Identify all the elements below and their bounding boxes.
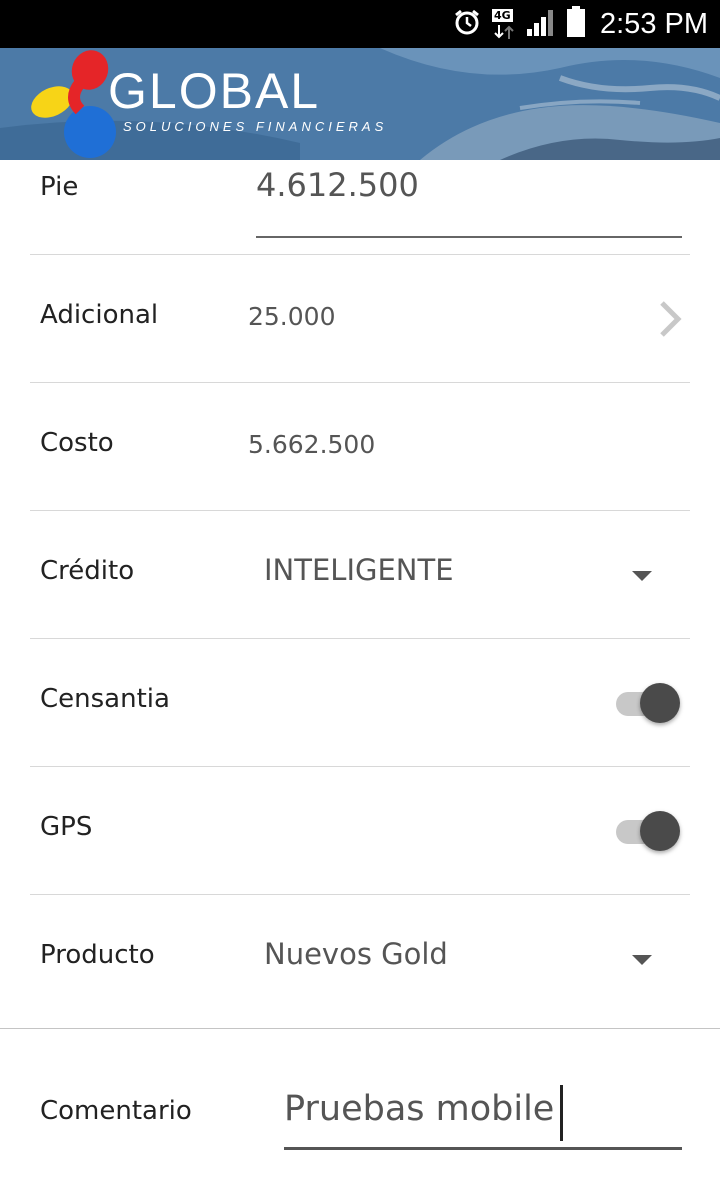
adicional-label: Adicional — [40, 300, 159, 330]
toggle-knob — [640, 683, 680, 723]
chevron-right-icon[interactable] — [656, 299, 684, 343]
gps-row: GPS — [30, 767, 690, 895]
comentario-row: Comentario Pruebas mobile — [30, 1029, 690, 1193]
comentario-input-underline — [284, 1147, 682, 1150]
battery-icon — [566, 6, 586, 42]
alarm-icon — [452, 7, 482, 41]
censantia-toggle[interactable] — [616, 682, 682, 724]
logo-wordmark: GLOBAL — [108, 63, 321, 119]
producto-label: Producto — [40, 940, 155, 970]
status-bar: 4G 2:53 PM — [0, 0, 720, 48]
adicional-value: 25.000 — [248, 302, 336, 331]
comentario-label: Comentario — [40, 1096, 192, 1126]
censantia-row: Censantia — [30, 639, 690, 767]
producto-select[interactable]: Nuevos Gold — [264, 937, 448, 971]
pie-row: Pie 4.612.500 — [30, 160, 690, 255]
pie-input[interactable]: 4.612.500 — [256, 166, 419, 204]
producto-row[interactable]: Producto Nuevos Gold — [30, 895, 690, 1028]
gps-label: GPS — [40, 812, 93, 842]
gps-toggle[interactable] — [616, 810, 682, 852]
costo-value: 5.662.500 — [248, 430, 376, 459]
logo-subtitle: SOLUCIONES FINANCIERAS — [123, 119, 388, 134]
signal-icon — [526, 7, 556, 41]
credito-row[interactable]: Crédito INTELIGENTE — [30, 511, 690, 639]
censantia-label: Censantia — [40, 684, 170, 714]
status-time: 2:53 PM — [600, 7, 708, 40]
credito-select[interactable]: INTELIGENTE — [264, 553, 454, 587]
costo-row: Costo 5.662.500 — [30, 383, 690, 511]
credito-label: Crédito — [40, 556, 135, 586]
chevron-down-icon[interactable] — [632, 571, 652, 581]
network-4g-icon: 4G — [492, 9, 516, 39]
pie-input-underline — [256, 236, 682, 238]
adicional-row[interactable]: Adicional 25.000 — [30, 255, 690, 383]
network-type-label: 4G — [492, 9, 513, 22]
pie-label: Pie — [40, 172, 79, 202]
chevron-down-icon[interactable] — [632, 955, 652, 965]
costo-label: Costo — [40, 428, 114, 458]
text-cursor — [560, 1085, 563, 1141]
toggle-knob — [640, 811, 680, 851]
comentario-input[interactable]: Pruebas mobile — [284, 1089, 554, 1129]
header-banner: GLOBAL SOLUCIONES FINANCIERAS — [0, 48, 720, 160]
status-icons: 4G 2:53 PM — [452, 0, 708, 48]
